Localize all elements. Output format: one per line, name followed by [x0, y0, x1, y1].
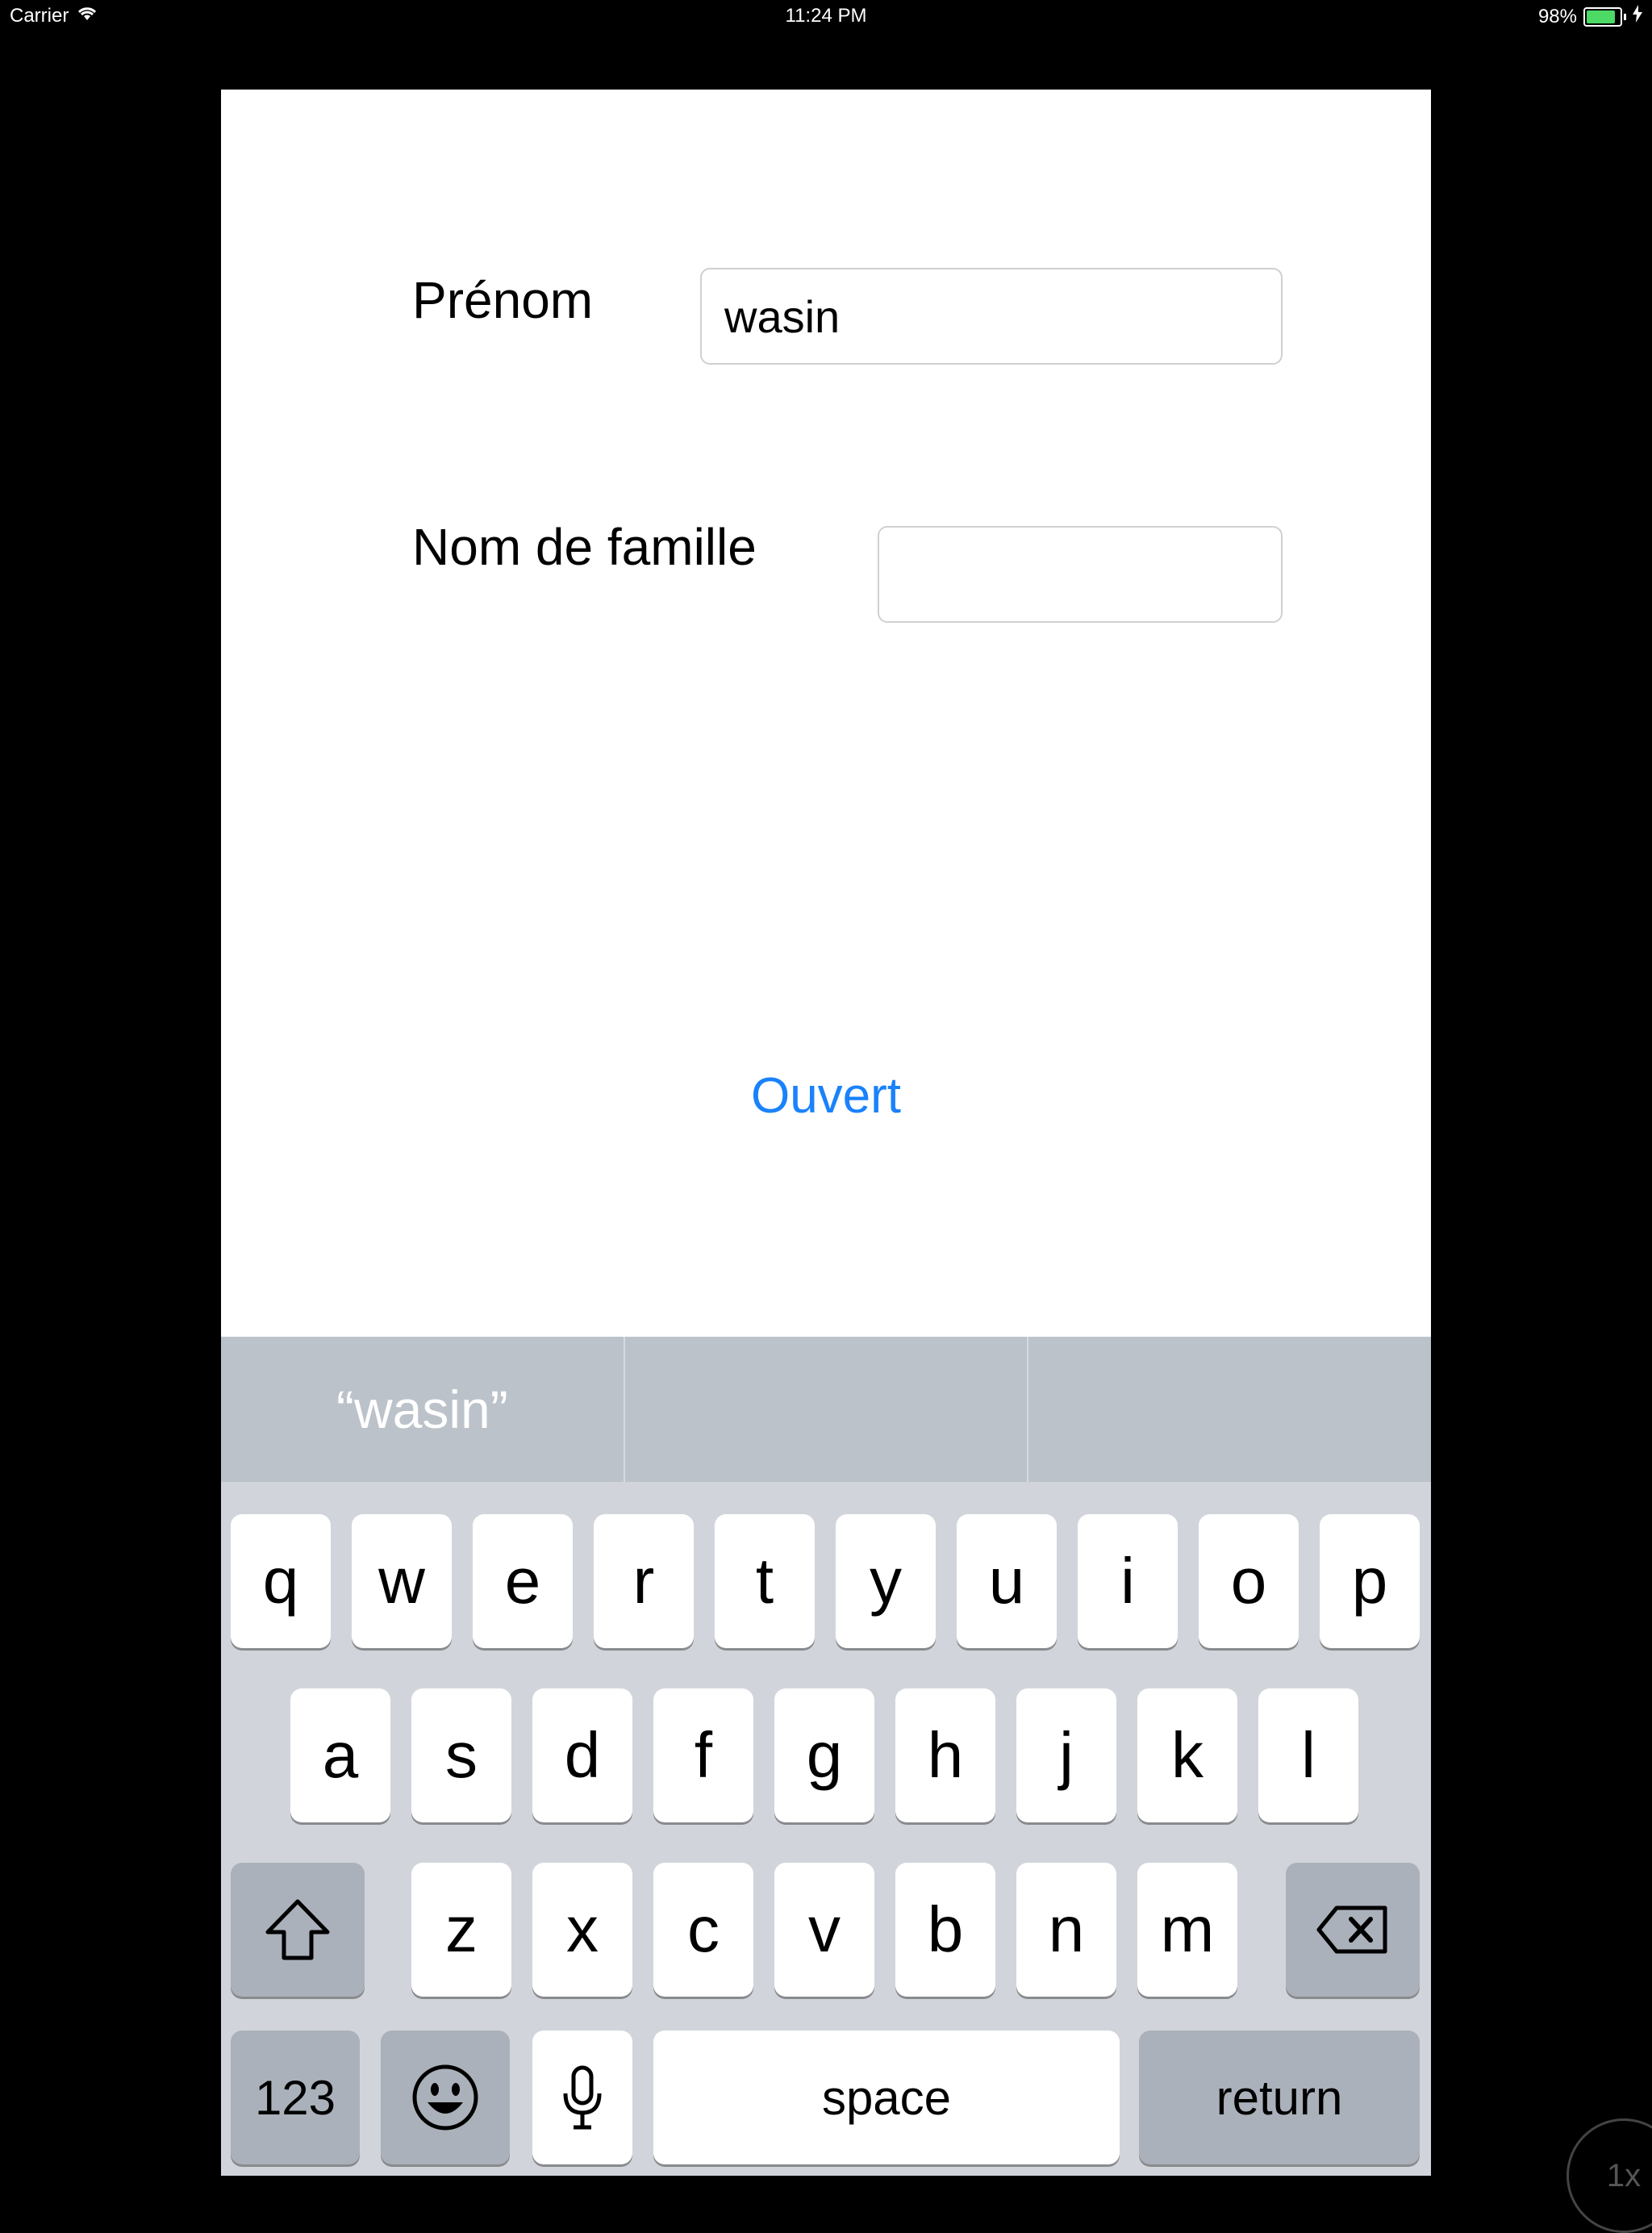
key-y[interactable]: y: [836, 1514, 936, 1648]
key-i[interactable]: i: [1078, 1514, 1178, 1648]
first-name-value: wasin: [724, 290, 841, 342]
key-t[interactable]: t: [715, 1514, 815, 1648]
battery-icon: [1583, 6, 1622, 27]
zoom-indicator[interactable]: 1x: [1566, 2118, 1652, 2233]
key-p[interactable]: p: [1320, 1514, 1420, 1648]
battery-fill: [1587, 10, 1616, 23]
key-l[interactable]: l: [1258, 1688, 1358, 1822]
first-name-field[interactable]: wasin: [700, 268, 1283, 365]
key-c[interactable]: c: [653, 1863, 753, 1997]
backspace-key[interactable]: [1286, 1863, 1420, 1997]
key-h[interactable]: h: [895, 1688, 995, 1822]
app-window: Prénom wasin Nom de famille Ouvert “wasi…: [221, 90, 1431, 2176]
key-x[interactable]: x: [532, 1863, 632, 1997]
key-v[interactable]: v: [774, 1863, 874, 1997]
backspace-icon: [1316, 1905, 1390, 1955]
status-right: 98%: [1538, 5, 1642, 28]
key-e[interactable]: e: [473, 1514, 573, 1648]
key-b[interactable]: b: [895, 1863, 995, 1997]
dictation-key[interactable]: [532, 2031, 632, 2164]
suggestion-item[interactable]: [625, 1337, 1029, 1482]
key-a[interactable]: a: [290, 1688, 390, 1822]
key-r[interactable]: r: [594, 1514, 694, 1648]
key-z[interactable]: z: [411, 1863, 511, 1997]
key-m[interactable]: m: [1137, 1863, 1237, 1997]
first-name-label: Prénom: [412, 271, 594, 329]
key-g[interactable]: g: [774, 1688, 874, 1822]
emoji-key[interactable]: [381, 2031, 510, 2164]
suggestion-item[interactable]: [1028, 1337, 1431, 1482]
last-name-label: Nom de famille: [412, 518, 757, 576]
key-u[interactable]: u: [957, 1514, 1057, 1648]
status-time: 11:24 PM: [785, 5, 867, 27]
shift-icon: [263, 1898, 332, 1961]
last-name-field[interactable]: [878, 526, 1283, 623]
battery-percent: 98%: [1537, 5, 1577, 27]
emoji-icon: [411, 2064, 479, 2131]
key-q[interactable]: q: [231, 1514, 331, 1648]
charging-icon: [1633, 5, 1642, 28]
return-key[interactable]: return: [1139, 2031, 1420, 2164]
key-f[interactable]: f: [653, 1688, 753, 1822]
battery-cap: [1624, 13, 1626, 20]
shift-key[interactable]: [231, 1863, 365, 1997]
suggestion-bar: “wasin”: [221, 1337, 1431, 1482]
key-w[interactable]: w: [352, 1514, 452, 1648]
suggestion-item[interactable]: “wasin”: [221, 1337, 625, 1482]
key-d[interactable]: d: [532, 1688, 632, 1822]
keyboard: q w e r t y u i o p a s d f g h j k l z …: [221, 1482, 1431, 2176]
microphone-icon: [561, 2064, 604, 2131]
numbers-key[interactable]: 123: [231, 2031, 360, 2164]
key-n[interactable]: n: [1016, 1863, 1116, 1997]
key-k[interactable]: k: [1137, 1688, 1237, 1822]
key-o[interactable]: o: [1199, 1514, 1299, 1648]
key-j[interactable]: j: [1016, 1688, 1116, 1822]
space-key[interactable]: space: [653, 2031, 1120, 2164]
status-bar: Carrier 11:24 PM 98%: [0, 0, 1652, 34]
key-s[interactable]: s: [411, 1688, 511, 1822]
open-button[interactable]: Ouvert: [221, 1067, 1431, 1125]
